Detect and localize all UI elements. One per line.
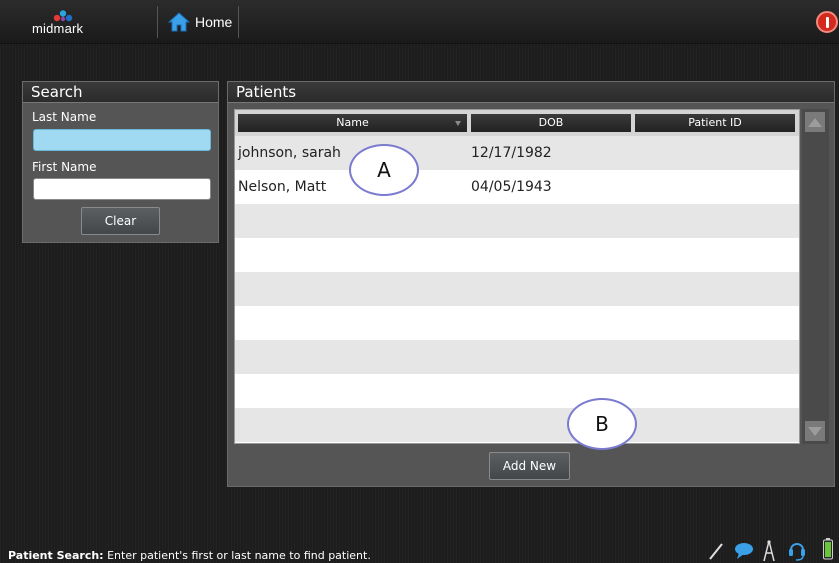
table-scrollbar[interactable] [802,109,829,444]
table-row[interactable]: Nelson, Matt 04/05/1943 [235,170,799,204]
column-header-patient-id[interactable]: Patient ID [635,114,795,132]
add-new-button[interactable]: Add New [489,452,570,480]
headset-icon[interactable] [788,538,806,562]
table-row [235,340,799,374]
status-message: Patient Search: Enter patient's first or… [8,549,371,562]
table-row[interactable]: johnson, sarah 12/17/1982 [235,136,799,170]
first-name-label: First Name [32,160,97,174]
cell-name: Nelson, Matt [238,179,327,195]
home-label: Home [195,14,233,30]
callout-b: B [567,398,637,450]
search-panel: Search Last Name First Name Clear [22,81,219,243]
table-row [235,272,799,306]
search-panel-title: Search [23,82,218,103]
scroll-up-button[interactable] [805,112,825,132]
divider [238,6,239,38]
arrow-down-icon [808,426,822,436]
last-name-field[interactable] [33,129,211,151]
cell-dob: 04/05/1943 [471,179,552,195]
top-bar: midmark Home [0,0,839,44]
patients-panel-title: Patients [228,82,834,103]
status-text: Enter patient's first or last name to fi… [103,549,371,562]
midmark-logo: midmark [32,10,92,38]
cell-dob: 12/17/1982 [471,145,552,161]
home-icon [168,12,190,32]
battery-icon [823,538,833,560]
table-row [235,204,799,238]
clear-button[interactable]: Clear [81,207,160,235]
column-header-dob[interactable]: DOB [471,114,631,132]
callout-a: A [349,144,419,196]
antenna-icon[interactable] [762,540,776,562]
first-name-field[interactable] [33,178,211,200]
arrow-up-icon [808,117,822,127]
sort-desc-icon [455,121,461,126]
alert-icon[interactable] [816,11,838,33]
table-row [235,306,799,340]
table-header: Name DOB Patient ID [235,110,799,136]
table-body: johnson, sarah 12/17/1982 Nelson, Matt 0… [235,136,799,442]
logo-text: midmark [32,21,84,36]
table-row [235,408,799,442]
column-header-name[interactable]: Name [238,114,467,132]
chat-icon[interactable] [734,542,754,560]
home-button[interactable]: Home [168,10,232,34]
pen-icon[interactable] [708,542,724,560]
status-prefix: Patient Search: [8,549,104,562]
last-name-label: Last Name [32,110,97,124]
divider [157,6,158,38]
table-row [235,374,799,408]
patients-table: Name DOB Patient ID johnson, sarah 12/17… [234,109,800,444]
table-row [235,238,799,272]
scroll-down-button[interactable] [805,421,825,441]
column-header-name-label: Name [336,116,369,129]
patients-panel: Patients Name DOB Patient ID johnson, sa… [227,81,835,487]
cell-name: johnson, sarah [238,145,341,161]
status-bar: Patient Search: Enter patient's first or… [0,538,839,563]
